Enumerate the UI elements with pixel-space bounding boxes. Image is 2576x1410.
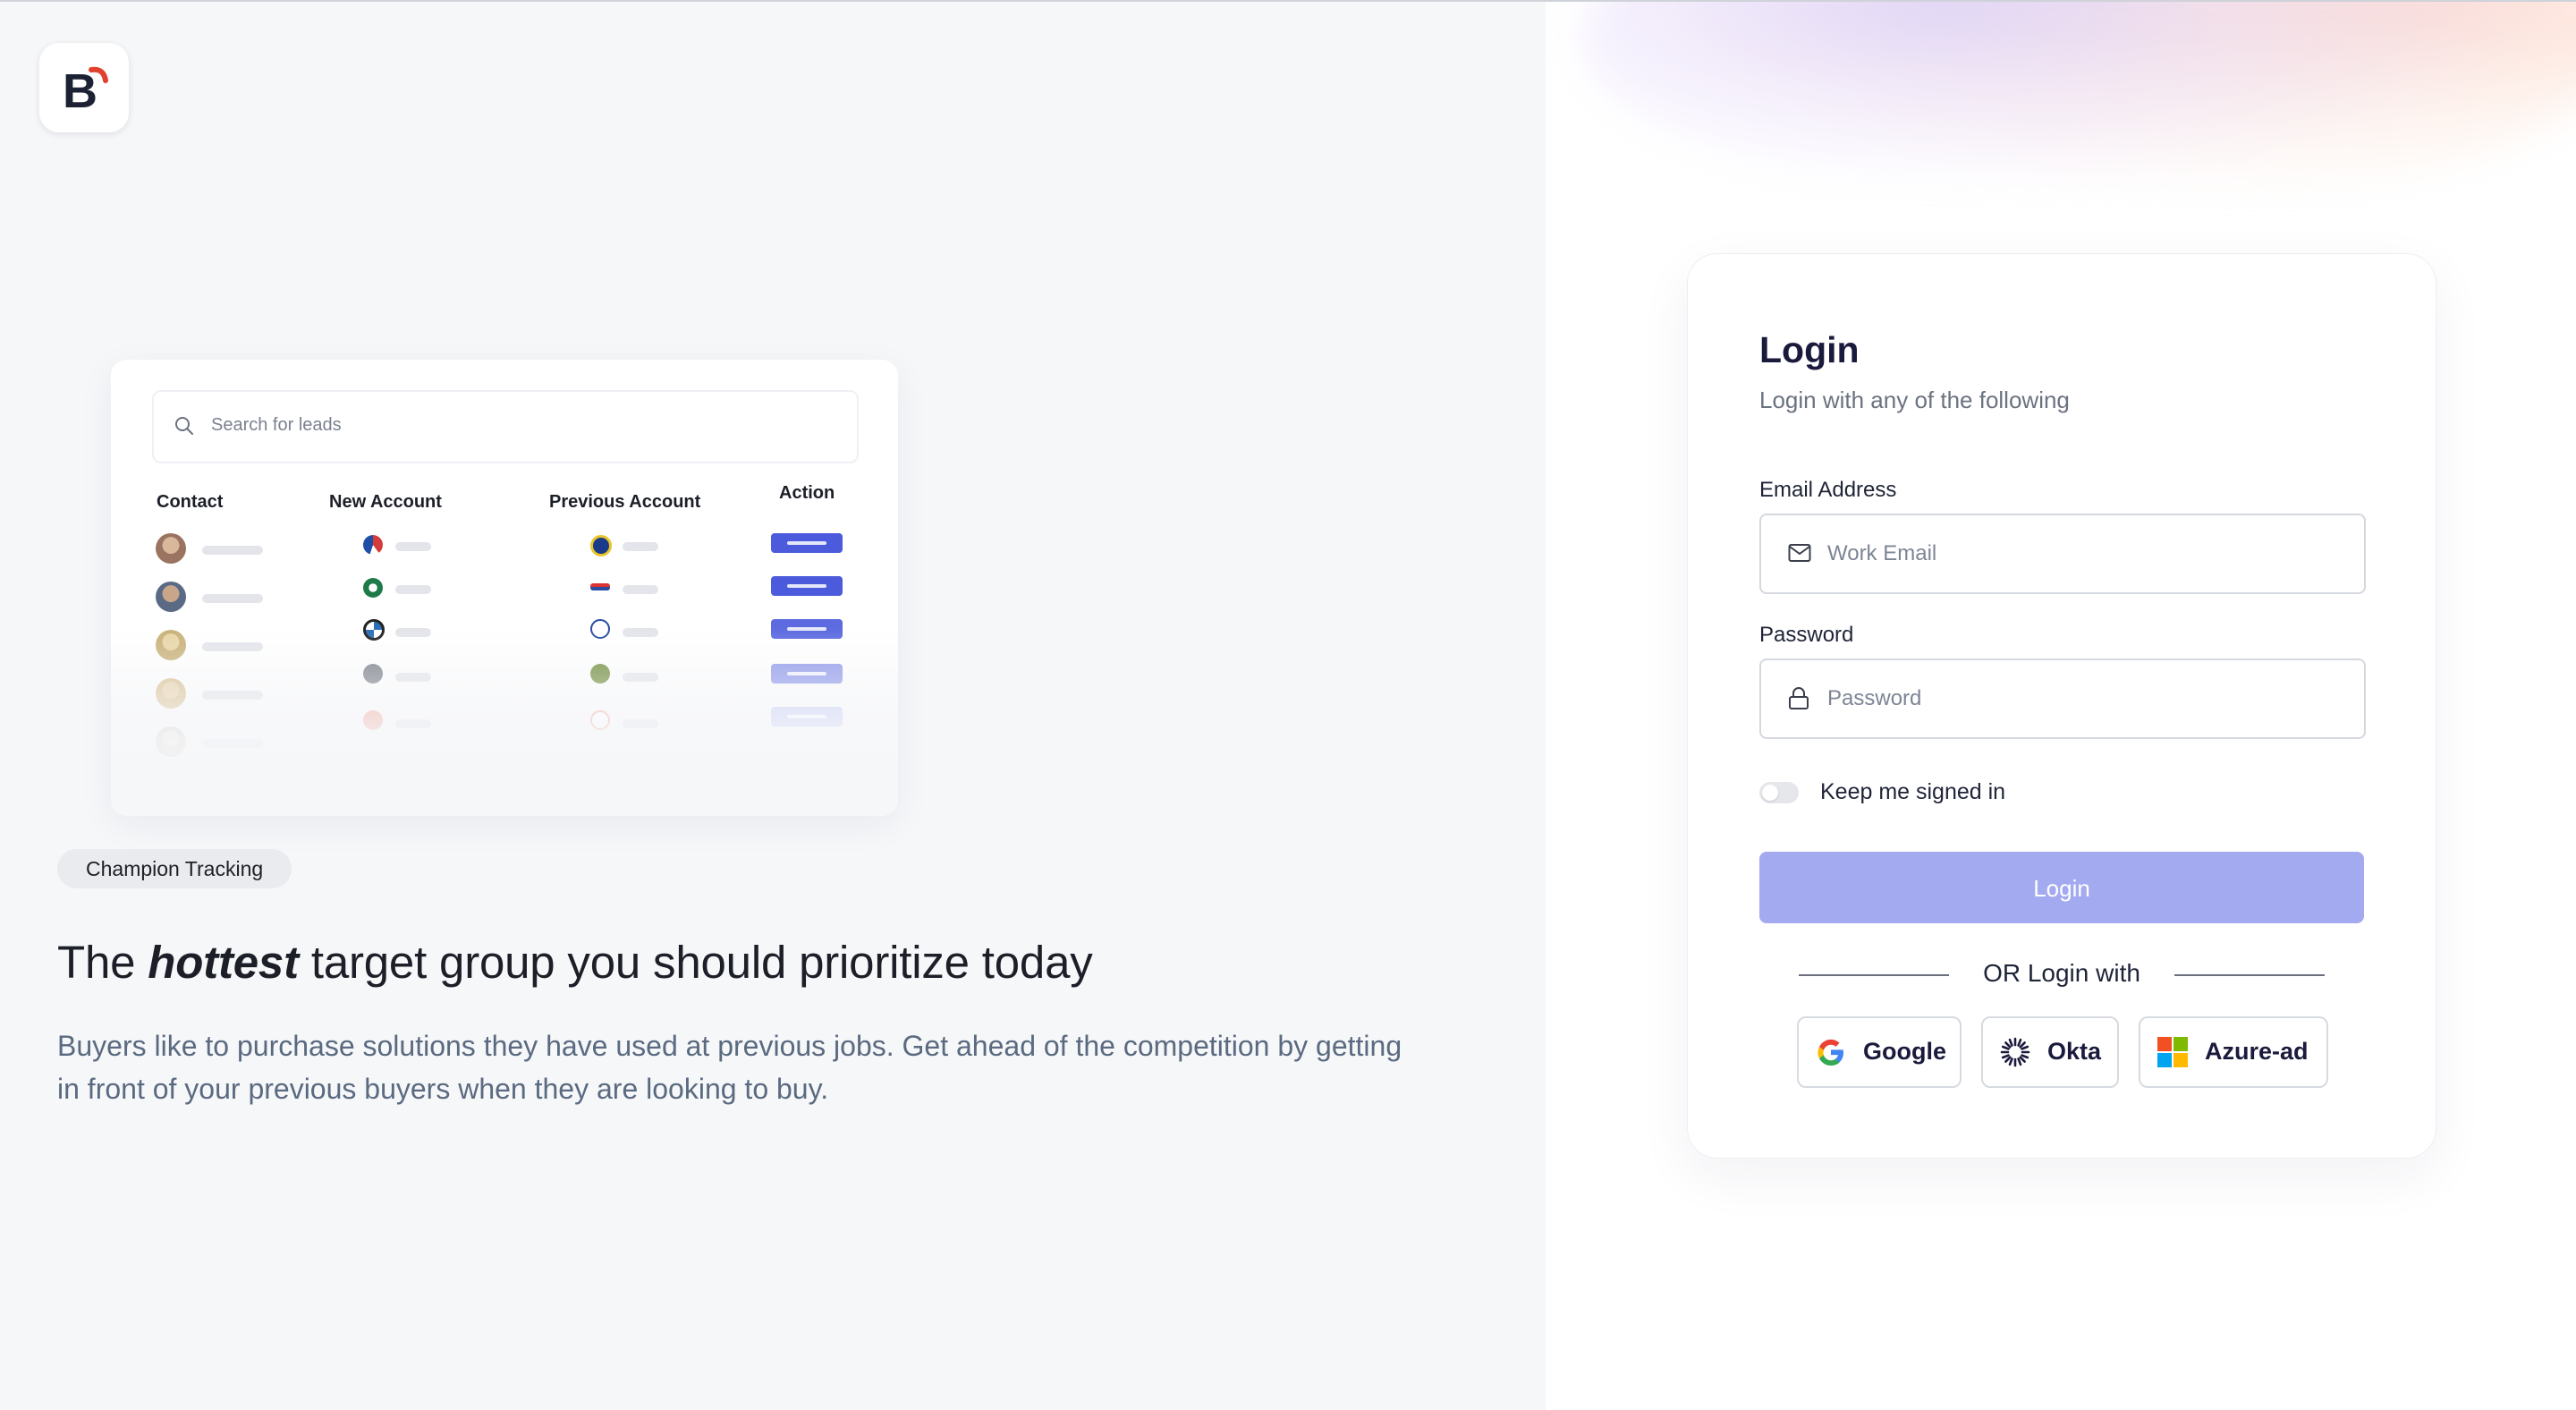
action-button	[771, 576, 843, 596]
table-row	[111, 533, 898, 569]
password-field	[1759, 658, 2366, 739]
avatar	[156, 533, 186, 564]
placeholder-bar	[202, 594, 263, 603]
search-icon	[175, 417, 193, 435]
login-title: Login	[1759, 329, 1860, 370]
password-input[interactable]	[1826, 680, 2330, 718]
promo-panel: B Search for leads Contact New Account P…	[0, 2, 1546, 1410]
avatar	[156, 582, 186, 612]
divider-line	[2174, 974, 2325, 976]
azure-ad-login-button[interactable]: Azure-ad	[2139, 1016, 2328, 1088]
okta-icon	[2000, 1037, 2030, 1067]
headline-emphasis: hottest	[148, 937, 299, 988]
google-icon	[1818, 1039, 1843, 1066]
company-logo-icon	[590, 583, 610, 590]
company-logo-icon	[590, 535, 612, 556]
page-headline: The hottest target group you should prio…	[57, 936, 1093, 989]
logo-icon: B	[63, 64, 108, 113]
headline-post: target group you should prioritize today	[310, 937, 1093, 988]
toggle-knob	[1762, 785, 1778, 801]
headline-pre: The	[57, 937, 136, 988]
email-field	[1759, 514, 2366, 594]
placeholder-bar	[395, 542, 431, 551]
keep-signed-in-label: Keep me signed in	[1820, 779, 2006, 804]
login-subtitle: Login with any of the following	[1759, 386, 2070, 413]
email-input[interactable]	[1826, 535, 2330, 573]
microsoft-icon	[2157, 1037, 2188, 1067]
okta-login-button[interactable]: Okta	[1981, 1016, 2119, 1088]
placeholder-bar	[395, 585, 431, 594]
pepsi-logo-icon	[363, 535, 383, 555]
azure-ad-label: Azure-ad	[2205, 1038, 2309, 1065]
placeholder-bar	[623, 585, 658, 594]
column-header-previous-account: Previous Account	[549, 492, 701, 512]
column-header-new-account: New Account	[329, 492, 442, 512]
column-header-action: Action	[779, 483, 835, 503]
page-description: Buyers like to purchase solutions they h…	[57, 1030, 1402, 1105]
login-card: Login Login with any of the following Em…	[1687, 253, 2436, 1159]
placeholder-bar	[623, 542, 658, 551]
keep-signed-in-toggle[interactable]	[1759, 782, 1799, 803]
mail-icon	[1788, 544, 1811, 562]
sso-divider: OR Login with	[1759, 957, 2364, 993]
preview-search-box: Search for leads	[152, 390, 859, 463]
column-header-contact: Contact	[157, 492, 224, 512]
brand-logo[interactable]: B	[39, 43, 129, 132]
placeholder-bar	[202, 546, 263, 555]
login-button[interactable]: Login	[1759, 852, 2364, 923]
sso-divider-text: OR Login with	[1983, 959, 2140, 987]
feature-badge: Champion Tracking	[57, 849, 292, 888]
password-label: Password	[1759, 623, 1854, 647]
google-label: Google	[1863, 1038, 1946, 1065]
starbucks-logo-icon	[363, 578, 383, 598]
leads-preview-card: Search for leads Contact New Account Pre…	[111, 360, 898, 816]
preview-fade	[111, 628, 898, 816]
email-label: Email Address	[1759, 478, 1897, 502]
lock-icon	[1789, 687, 1809, 709]
table-row	[111, 576, 898, 617]
preview-search-placeholder: Search for leads	[211, 415, 342, 435]
google-login-button[interactable]: Google	[1797, 1016, 1962, 1088]
background-glow	[1581, 2, 2576, 208]
okta-label: Okta	[2047, 1038, 2102, 1065]
action-button	[771, 533, 843, 553]
